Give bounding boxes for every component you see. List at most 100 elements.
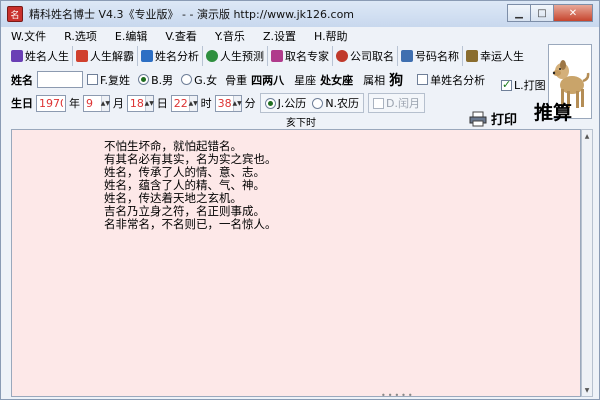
birth-minute-select[interactable]: 38 ▲▼ <box>214 94 242 112</box>
scroll-icon <box>271 50 283 62</box>
open-book-icon <box>141 50 153 62</box>
birth-year-input[interactable] <box>36 94 66 112</box>
name-row: 姓名 F.复姓 B.男 G.女 骨重 四两八 星座 处女座 属相 狗 单姓名分析 <box>11 69 545 90</box>
menu-music[interactable]: Y.音乐 <box>215 28 245 44</box>
menu-settings[interactable]: Z.设置 <box>263 28 296 44</box>
spin-arrows-icon: ▲▼ <box>189 95 198 111</box>
scroll-down-icon[interactable]: ▼ <box>582 384 592 396</box>
phone-icon <box>401 50 413 62</box>
print-chart-label: L.打图 <box>514 79 546 92</box>
toolbar-naming-expert-button[interactable]: 取名专家 <box>268 46 333 66</box>
book-icon <box>11 50 23 62</box>
menu-view[interactable]: V.查看 <box>165 28 197 44</box>
toolbar: 姓名人生 人生解霸 姓名分析 人生预测 取名专家 公司取名 号码名称 幸运人生 <box>9 45 527 67</box>
toolbar-label: 人生解霸 <box>90 50 134 63</box>
minute-value: 38 <box>217 96 232 110</box>
result-text-area[interactable]: 不怕生坏命，就怕起错名。 有其名必有其实，名为实之宾也。 姓名，传承了人的情、意… <box>11 129 581 397</box>
birth-month-select[interactable]: 9 ▲▼ <box>83 94 110 112</box>
toolbar-life-interpret-button[interactable]: 人生解霸 <box>73 46 138 66</box>
zodiac-label: 属相 <box>363 73 386 87</box>
toolbar-name-life-button[interactable]: 姓名人生 <box>9 46 73 66</box>
gender-male-radio[interactable] <box>138 74 150 85</box>
close-button[interactable]: ✕ <box>553 4 593 22</box>
print-chart-option[interactable]: L.打图 <box>501 77 546 93</box>
leap-month-checkbox[interactable] <box>373 97 385 109</box>
minimize-icon: ▁ <box>515 7 523 19</box>
scroll-up-icon[interactable]: ▲ <box>582 130 592 142</box>
menu-edit[interactable]: E.编辑 <box>115 28 147 44</box>
gender-male-option[interactable]: B.男 <box>138 72 173 88</box>
lunar-calendar-option[interactable]: N.农历 <box>312 95 359 111</box>
app-window: 名 精科姓名博士 V4.3《专业版》 - - 演示版 http://www.jk… <box>0 0 600 400</box>
name-label: 姓名 <box>11 73 33 87</box>
star-icon <box>466 50 478 62</box>
toolbar-label: 号码名称 <box>415 50 459 63</box>
leap-month-label: D.闰月 <box>386 97 421 110</box>
solar-calendar-radio[interactable] <box>264 97 276 109</box>
name-input[interactable] <box>37 71 83 88</box>
vertical-scrollbar[interactable]: ▲ ▼ <box>581 129 593 397</box>
single-name-analysis-label: 单姓名分析 <box>430 73 486 87</box>
toolbar-label: 人生预测 <box>220 50 264 63</box>
menu-options[interactable]: R.选项 <box>64 28 97 44</box>
spin-arrows-icon: ▲▼ <box>101 95 110 111</box>
constellation-value: 处女座 <box>320 73 354 87</box>
bone-weight-label: 骨重 <box>225 73 248 87</box>
menu-help[interactable]: H.帮助 <box>314 28 348 44</box>
close-icon: ✕ <box>568 7 578 19</box>
maximize-button[interactable]: □ <box>530 4 554 22</box>
lunar-calendar-label: N.农历 <box>325 97 360 110</box>
toolbar-label: 姓名人生 <box>25 50 69 63</box>
calendar-type-group: J.公历 N.农历 <box>259 93 365 113</box>
toolbar-lucky-life-button[interactable]: 幸运人生 <box>463 46 527 66</box>
day-value: 18 <box>129 96 144 110</box>
gender-male-label: B.男 <box>151 73 174 87</box>
year-unit: 年 <box>69 97 80 110</box>
birth-hour-select[interactable]: 22 ▲▼ <box>170 94 198 112</box>
splitter-grip-icon[interactable]: ••••• <box>381 391 415 400</box>
spin-arrows-icon: ▲▼ <box>232 95 242 111</box>
toolbar-label: 公司取名 <box>350 50 394 63</box>
day-unit: 日 <box>156 97 168 110</box>
spin-arrows-icon: ▲▼ <box>145 95 154 111</box>
toolbar-number-name-button[interactable]: 号码名称 <box>398 46 463 66</box>
window-controls: ▁ □ ✕ <box>507 4 593 22</box>
intro-text: 不怕生坏命，就怕起错名。 有其名必有其实，名为实之宾也。 姓名，传承了人的情、意… <box>104 139 277 231</box>
toolbar-label: 幸运人生 <box>480 50 524 63</box>
gender-female-radio[interactable] <box>181 74 193 85</box>
month-value: 9 <box>86 96 93 110</box>
hour-branch-info: 亥下时 <box>286 118 316 129</box>
single-name-analysis-checkbox[interactable] <box>417 74 429 85</box>
single-name-analysis-option[interactable]: 单姓名分析 <box>417 72 485 88</box>
minimize-button[interactable]: ▁ <box>507 4 531 22</box>
globe-icon <box>206 50 218 62</box>
toolbar-label: 取名专家 <box>285 50 329 63</box>
solar-calendar-option[interactable]: J.公历 <box>264 95 307 111</box>
window-title: 精科姓名博士 V4.3《专业版》 - - 演示版 http://www.jk12… <box>29 8 355 21</box>
print-chart-checkbox[interactable] <box>501 78 512 91</box>
lunar-calendar-radio[interactable] <box>312 97 324 109</box>
toolbar-life-forecast-button[interactable]: 人生预测 <box>203 46 268 66</box>
menu-file[interactable]: W.文件 <box>11 28 46 44</box>
toolbar-label: 姓名分析 <box>155 50 199 63</box>
leap-month-option[interactable]: D.闰月 <box>368 93 426 113</box>
menu-bar: W.文件 R.选项 E.编辑 V.查看 Y.音乐 Z.设置 H.帮助 <box>1 27 599 45</box>
compound-surname-option[interactable]: F.复姓 <box>87 72 130 88</box>
solar-calendar-label: J.公历 <box>277 97 307 110</box>
toolbar-company-naming-button[interactable]: 公司取名 <box>333 46 398 66</box>
birth-label: 生日 <box>11 97 33 110</box>
bone-weight-value: 四两八 <box>251 73 285 87</box>
app-icon[interactable]: 名 <box>7 6 23 22</box>
birth-day-select[interactable]: 18 ▲▼ <box>126 94 154 112</box>
toolbar-name-analysis-button[interactable]: 姓名分析 <box>138 46 203 66</box>
compound-surname-label: F.复姓 <box>100 73 131 87</box>
person-icon <box>76 50 88 62</box>
gender-female-option[interactable]: G.女 <box>181 72 217 88</box>
gender-female-label: G.女 <box>194 73 218 87</box>
hour-unit: 时 <box>200 97 212 110</box>
compound-surname-checkbox[interactable] <box>87 74 98 85</box>
minute-unit: 分 <box>244 97 256 110</box>
birth-row: 生日 年 9▲▼ 月 18▲▼ 日 22▲▼ 时 38▲▼ 分 J.公历 N.农… <box>11 93 426 113</box>
constellation-label: 星座 <box>294 73 317 87</box>
hour-value: 22 <box>173 96 188 110</box>
